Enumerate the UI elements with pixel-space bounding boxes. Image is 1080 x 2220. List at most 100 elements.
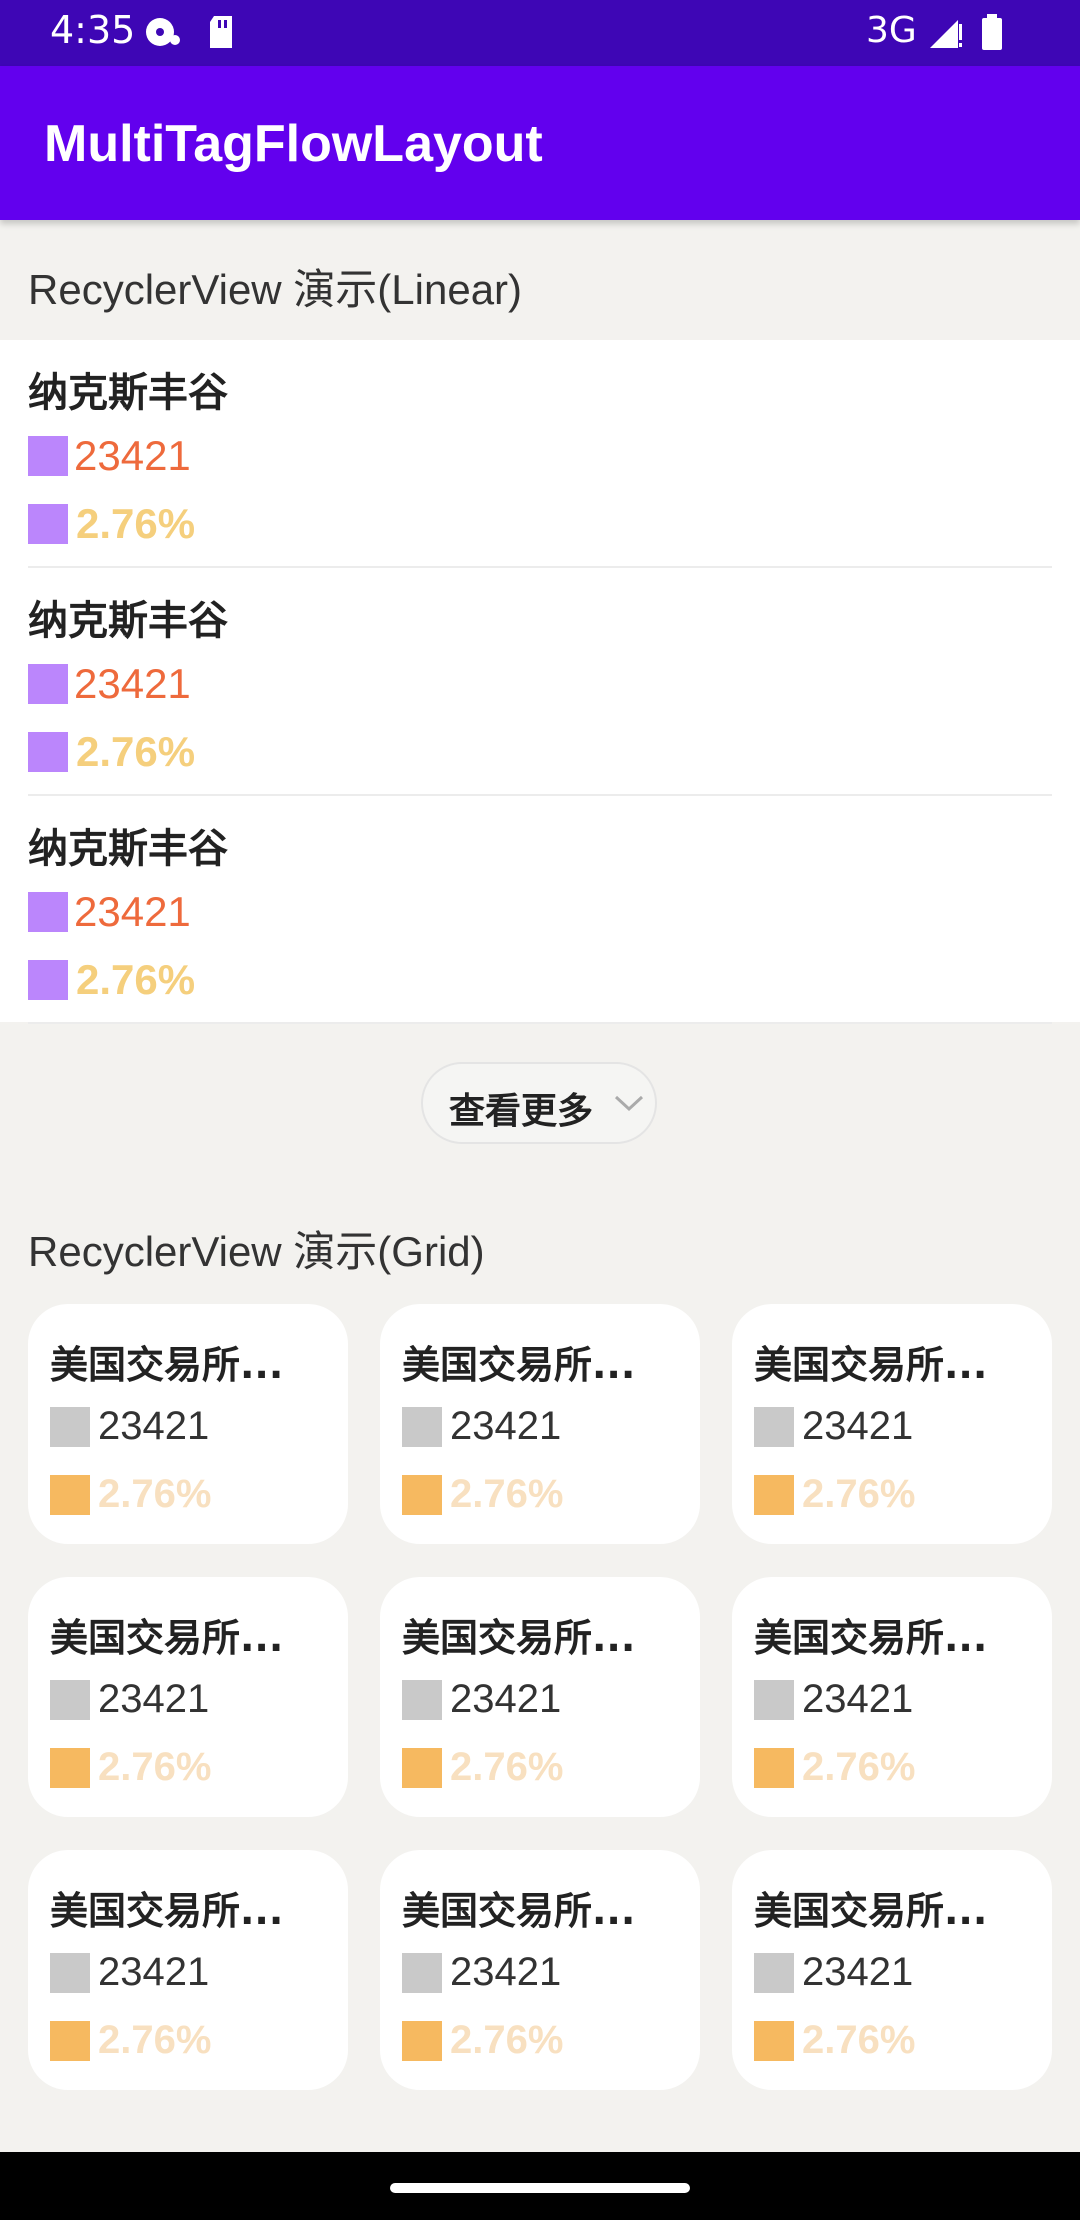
item-name: 纳克斯丰谷 (28, 598, 228, 644)
tag-square-icon (754, 1679, 794, 1720)
sd-card-icon (206, 14, 236, 54)
item-value: 23421 (74, 888, 191, 935)
tag-square-icon (50, 1406, 90, 1447)
value-row: 23421 (50, 1404, 209, 1448)
item-name: 美国交易所... (402, 1889, 636, 1933)
linear-list[interactable]: 纳克斯丰谷 23421 2.76% 纳克斯丰谷 23421 2.76% 纳克斯丰… (0, 340, 1080, 1024)
chevron-down-icon (614, 1095, 644, 1112)
item-name: 美国交易所... (754, 1889, 988, 1933)
grid-item[interactable]: 美国交易所... 23421 2.76% (380, 1577, 700, 1817)
value-row: 23421 (402, 1950, 561, 1994)
item-name: 纳克斯丰谷 (28, 370, 228, 416)
network-type: 3G (866, 10, 917, 51)
grid-item[interactable]: 美国交易所... 23421 2.76% (732, 1850, 1052, 2090)
item-name: 纳克斯丰谷 (28, 826, 228, 872)
value-row: 23421 (28, 432, 191, 479)
view-more-label: 查看更多 (449, 1091, 594, 1132)
value-row: 23421 (50, 1677, 209, 1721)
tag-square-icon (28, 436, 68, 476)
tag-square-icon (28, 732, 68, 772)
value-row: 23421 (28, 660, 191, 707)
tag-square-icon (28, 892, 68, 932)
grid-item[interactable]: 美国交易所... 23421 2.76% (732, 1577, 1052, 1817)
item-percent: 2.76% (802, 1472, 916, 1516)
tag-square-icon (402, 1679, 442, 1720)
tag-square-icon (28, 960, 68, 1000)
item-name: 美国交易所... (754, 1616, 988, 1660)
grid-item[interactable]: 美国交易所... 23421 2.76% (28, 1577, 348, 1817)
item-percent: 2.76% (98, 1745, 212, 1789)
tag-square-icon (754, 1406, 794, 1447)
home-gesture-handle[interactable] (390, 2183, 690, 2193)
item-value: 23421 (802, 1677, 914, 1721)
item-percent: 2.76% (450, 1745, 564, 1789)
list-item[interactable]: 纳克斯丰谷 23421 2.76% (0, 340, 1080, 568)
tag-square-icon (50, 1474, 90, 1515)
grid-item[interactable]: 美国交易所... 23421 2.76% (380, 1850, 700, 2090)
value-row: 23421 (402, 1404, 561, 1448)
item-percent: 2.76% (802, 2018, 916, 2062)
status-time: 4:35 (50, 8, 136, 52)
grid-item[interactable]: 美国交易所... 23421 2.76% (28, 1304, 348, 1544)
item-name: 美国交易所... (754, 1343, 988, 1387)
percent-row: 2.76% (402, 2018, 563, 2062)
tag-square-icon (754, 1952, 794, 1993)
value-row: 23421 (754, 1950, 913, 1994)
item-value: 23421 (802, 1950, 914, 1994)
item-value: 23421 (450, 1404, 562, 1448)
item-value: 23421 (802, 1404, 914, 1448)
item-value: 23421 (450, 1677, 562, 1721)
percent-row: 2.76% (754, 1745, 915, 1789)
item-percent: 2.76% (76, 728, 196, 775)
percent-row: 2.76% (754, 2018, 915, 2062)
tag-square-icon (754, 2020, 794, 2061)
percent-row: 2.76% (402, 1472, 563, 1516)
tag-square-icon (402, 1474, 442, 1515)
app-bar: MultiTagFlowLayout (0, 66, 1080, 220)
item-percent: 2.76% (76, 500, 196, 547)
tag-square-icon (402, 1406, 442, 1447)
tag-square-icon (28, 504, 68, 544)
item-percent: 2.76% (450, 2018, 564, 2062)
value-row: 23421 (28, 888, 191, 935)
tag-square-icon (402, 1952, 442, 1993)
item-percent: 2.76% (76, 956, 196, 1003)
item-value: 23421 (74, 660, 191, 707)
percent-row: 2.76% (50, 1472, 211, 1516)
signal-icon (928, 14, 964, 54)
item-value: 23421 (74, 432, 191, 479)
tag-square-icon (754, 1474, 794, 1515)
app-title: MultiTagFlowLayout (44, 115, 543, 173)
item-name: 美国交易所... (50, 1889, 284, 1933)
value-row: 23421 (50, 1950, 209, 1994)
grid-item[interactable]: 美国交易所... 23421 2.76% (28, 1850, 348, 2090)
item-value: 23421 (450, 1950, 562, 1994)
list-item[interactable]: 纳克斯丰谷 23421 2.76% (0, 568, 1080, 796)
item-percent: 2.76% (98, 2018, 212, 2062)
grid-item[interactable]: 美国交易所... 23421 2.76% (732, 1304, 1052, 1544)
tag-square-icon (28, 664, 68, 704)
percent-row: 2.76% (28, 956, 196, 1003)
grid-section-title: RecyclerView 演示(Grid) (28, 1228, 485, 1275)
item-percent: 2.76% (450, 1472, 564, 1516)
view-more-button[interactable]: 查看更多 (421, 1062, 657, 1144)
tag-square-icon (50, 1679, 90, 1720)
percent-row: 2.76% (28, 500, 196, 547)
grid-item[interactable]: 美国交易所... 23421 2.76% (380, 1304, 700, 1544)
tag-square-icon (754, 1747, 794, 1788)
value-row: 23421 (754, 1677, 913, 1721)
item-percent: 2.76% (98, 1472, 212, 1516)
linear-section-title: RecyclerView 演示(Linear) (28, 266, 523, 313)
tag-square-icon (50, 1747, 90, 1788)
item-name: 美国交易所... (402, 1616, 636, 1660)
percent-row: 2.76% (754, 1472, 915, 1516)
item-percent: 2.76% (802, 1745, 916, 1789)
item-name: 美国交易所... (50, 1616, 284, 1660)
divider (28, 1022, 1052, 1024)
item-value: 23421 (98, 1404, 210, 1448)
list-item[interactable]: 纳克斯丰谷 23421 2.76% (0, 796, 1080, 1024)
tag-square-icon (50, 1952, 90, 1993)
item-name: 美国交易所... (50, 1343, 284, 1387)
item-value: 23421 (98, 1950, 210, 1994)
status-bar: 4:35 3G (0, 0, 1080, 66)
